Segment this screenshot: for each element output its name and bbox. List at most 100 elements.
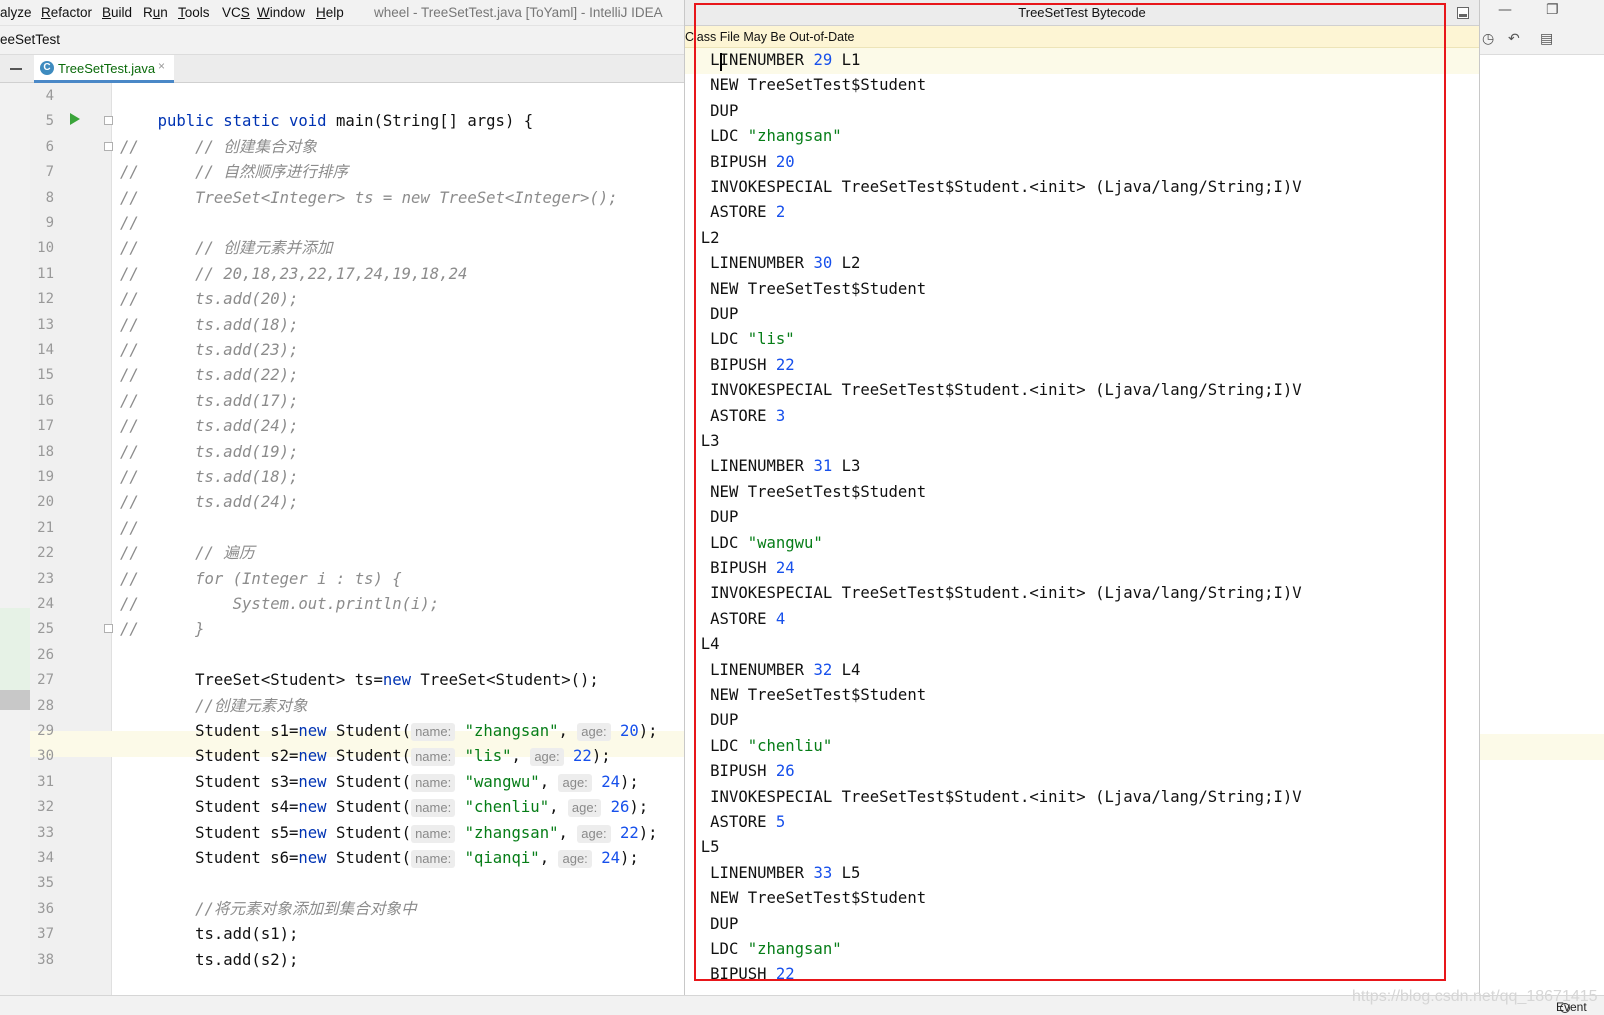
menu-vcs[interactable]: VCS: [222, 5, 250, 20]
code-line[interactable]: ts.add(s2);: [120, 947, 298, 973]
bytecode-line[interactable]: L4: [682, 631, 720, 657]
code-line[interactable]: // for (Integer i : ts) {: [120, 566, 402, 592]
close-icon[interactable]: ×: [158, 59, 165, 73]
code-line[interactable]: // ts.add(18);: [120, 464, 298, 490]
bytecode-line[interactable]: NEW TreeSetTest$Student: [682, 479, 926, 505]
bytecode-line[interactable]: INVOKESPECIAL TreeSetTest$Student.<init>…: [682, 580, 1301, 606]
menu-help[interactable]: Help: [316, 5, 344, 20]
bytecode-line[interactable]: INVOKESPECIAL TreeSetTest$Student.<init>…: [682, 377, 1301, 403]
code-line[interactable]: // TreeSet<Integer> ts = new TreeSet<Int…: [120, 185, 618, 211]
bytecode-line[interactable]: BIPUSH 20: [682, 149, 795, 175]
bytecode-line[interactable]: NEW TreeSetTest$Student: [682, 72, 926, 98]
menu-build[interactable]: Build: [102, 5, 132, 20]
bytecode-line[interactable]: LINENUMBER 33 L5: [682, 860, 860, 886]
code-line[interactable]: // // 20,18,23,22,17,24,19,18,24: [120, 261, 467, 287]
tab-treesettest-java[interactable]: C TreeSetTest.java ×: [34, 55, 174, 83]
code-line[interactable]: // ts.add(18);: [120, 312, 298, 338]
bytecode-line[interactable]: BIPUSH 24: [682, 555, 795, 581]
bytecode-line[interactable]: LINENUMBER 29 L1: [682, 47, 860, 73]
code-token: Student(: [326, 747, 412, 766]
code-line[interactable]: // // 创建集合对象: [120, 134, 317, 160]
code-line[interactable]: Student s1=new Student(name: "zhangsan",…: [120, 718, 658, 744]
bytecode-line[interactable]: DUP: [682, 707, 738, 733]
undo-icon[interactable]: ↶: [1508, 31, 1520, 47]
code-line[interactable]: Student s2=new Student(name: "lis", age:…: [120, 743, 611, 769]
bytecode-line[interactable]: LDC "chenliu": [682, 733, 832, 759]
code-line[interactable]: //: [120, 515, 139, 541]
line-number: 32: [37, 799, 54, 816]
code-line[interactable]: // ts.add(24);: [120, 489, 298, 515]
bytecode-line[interactable]: LINENUMBER 30 L2: [682, 250, 860, 276]
code-line[interactable]: Student s3=new Student(name: "wangwu", a…: [120, 769, 639, 795]
code-line[interactable]: //将元素对象添加到集合对象中: [120, 896, 417, 922]
code-line[interactable]: // ts.add(22);: [120, 362, 298, 388]
code-line[interactable]: //创建元素对象: [120, 693, 307, 719]
bytecode-line[interactable]: BIPUSH 22: [682, 352, 795, 378]
code-line[interactable]: Student s4=new Student(name: "chenliu", …: [120, 794, 648, 820]
bytecode-line[interactable]: DUP: [682, 301, 738, 327]
code-line[interactable]: // ts.add(23);: [120, 337, 298, 363]
code-line[interactable]: // ts.add(17);: [120, 388, 298, 414]
bytecode-line[interactable]: LDC "zhangsan": [682, 123, 841, 149]
code-token: // ts.add(18);: [120, 315, 299, 334]
bytecode-line[interactable]: LDC "wangwu": [682, 530, 823, 556]
bytecode-line[interactable]: DUP: [682, 98, 738, 124]
bytecode-line[interactable]: INVOKESPECIAL TreeSetTest$Student.<init>…: [682, 784, 1301, 810]
menu-window[interactable]: Window: [257, 5, 305, 20]
menu-analyze[interactable]: alyze: [0, 5, 32, 20]
bytecode-line[interactable]: L3: [682, 428, 720, 454]
bytecode-line[interactable]: NEW TreeSetTest$Student: [682, 682, 926, 708]
bytecode-line[interactable]: NEW TreeSetTest$Student: [682, 885, 926, 911]
fold-icon[interactable]: [104, 142, 113, 151]
event-log-button[interactable]: Event: [1556, 1000, 1587, 1014]
bytecode-line[interactable]: BIPUSH 26: [682, 758, 795, 784]
menu-refactor[interactable]: Refactor: [41, 5, 92, 20]
code-token: DUP: [682, 914, 739, 933]
code-line[interactable]: // ts.add(20);: [120, 286, 298, 312]
bytecode-line[interactable]: BIPUSH 22: [682, 961, 795, 987]
bytecode-line[interactable]: LINENUMBER 32 L4: [682, 657, 860, 683]
code-line[interactable]: // // 自然顺序进行排序: [120, 159, 348, 185]
bytecode-line[interactable]: ASTORE 2: [682, 199, 785, 225]
bytecode-line[interactable]: DUP: [682, 504, 738, 530]
pin-window-icon[interactable]: [1457, 7, 1469, 19]
code-line[interactable]: // // 遍历: [120, 540, 254, 566]
code-token: // for (Integer i : ts) {: [120, 569, 402, 588]
run-gutter-icon[interactable]: [70, 113, 80, 125]
code-line[interactable]: Student s6=new Student(name: "qianqi", a…: [120, 845, 639, 871]
restore-icon[interactable]: ❐: [1546, 2, 1559, 18]
code-line[interactable]: // ts.add(19);: [120, 439, 298, 465]
code-line[interactable]: public static void main(String[] args) {: [120, 108, 534, 134]
bytecode-line[interactable]: INVOKESPECIAL TreeSetTest$Student.<init>…: [682, 174, 1301, 200]
bytecode-line[interactable]: LINENUMBER 31 L3: [682, 453, 860, 479]
code-token: new: [298, 798, 327, 817]
code-line[interactable]: Student s5=new Student(name: "zhangsan",…: [120, 820, 658, 846]
code-line[interactable]: ts.add(s1);: [120, 921, 298, 947]
code-line[interactable]: // }: [120, 616, 205, 642]
bytecode-line[interactable]: L5: [682, 834, 720, 860]
history-icon[interactable]: ◷: [1482, 31, 1494, 47]
bytecode-line[interactable]: ASTORE 4: [682, 606, 785, 632]
code-token: DUP: [682, 508, 739, 527]
code-line[interactable]: TreeSet<Student> ts=new TreeSet<Student>…: [120, 667, 599, 693]
code-token: Student(: [326, 798, 412, 817]
code-line[interactable]: // ts.add(24);: [120, 413, 298, 439]
bytecode-line[interactable]: LDC "lis": [682, 326, 795, 352]
code-line[interactable]: //: [120, 210, 139, 236]
bytecode-line[interactable]: ASTORE 3: [682, 403, 785, 429]
bytecode-line[interactable]: LDC "zhangsan": [682, 936, 841, 962]
menu-run[interactable]: Run: [143, 5, 168, 20]
fold-icon[interactable]: [104, 116, 113, 125]
code-line[interactable]: // // 创建元素并添加: [120, 235, 332, 261]
structure-icon[interactable]: ▤: [1540, 31, 1553, 47]
bytecode-line[interactable]: L2: [682, 225, 720, 251]
collapse-icon[interactable]: [10, 68, 22, 70]
bytecode-line[interactable]: ASTORE 5: [682, 809, 785, 835]
bytecode-line[interactable]: NEW TreeSetTest$Student: [682, 276, 926, 302]
breadcrumb[interactable]: eeSetTest: [0, 32, 60, 47]
minimize-icon[interactable]: —: [1498, 2, 1512, 18]
fold-icon[interactable]: [104, 624, 113, 633]
bytecode-line[interactable]: DUP: [682, 911, 738, 937]
code-line[interactable]: // System.out.println(i);: [120, 591, 439, 617]
menu-tools[interactable]: Tools: [178, 5, 210, 20]
